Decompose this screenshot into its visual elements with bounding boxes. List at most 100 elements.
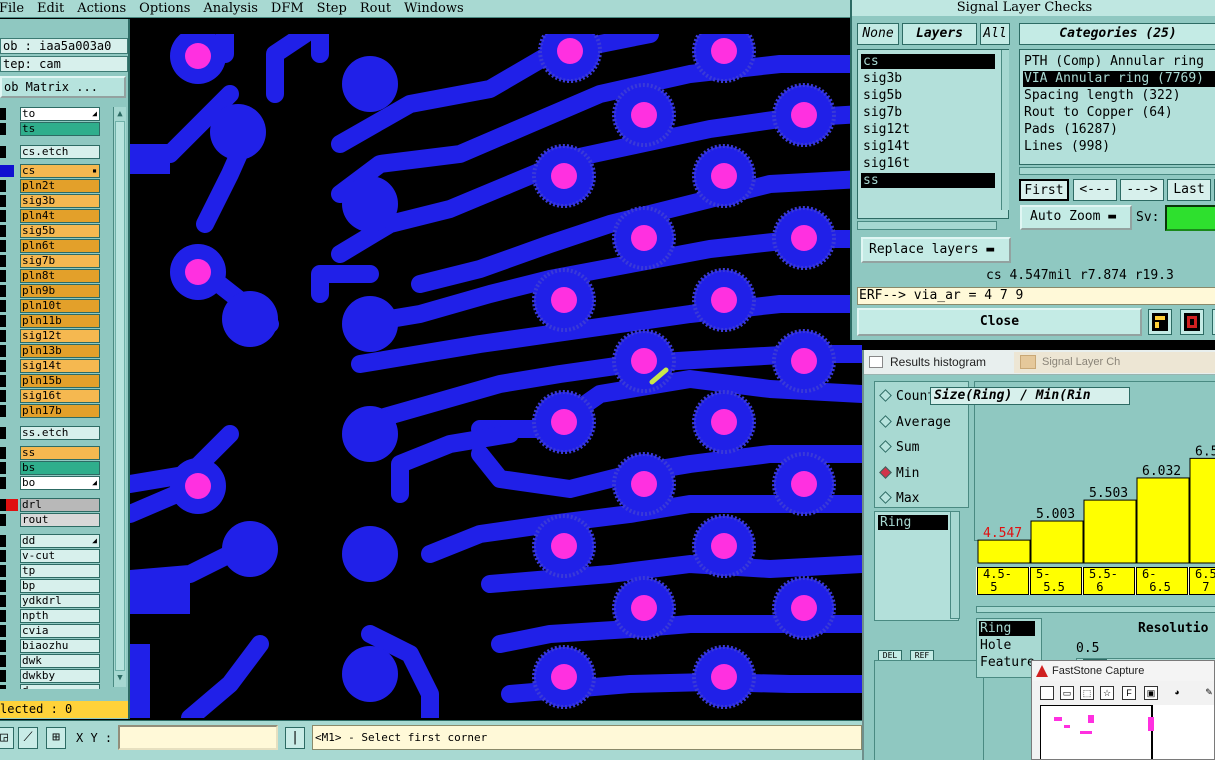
layer-checkbox[interactable] — [0, 180, 6, 192]
layer-name[interactable]: ss.etch — [20, 426, 100, 440]
layer-name[interactable]: ydkdrl — [20, 594, 100, 608]
menu-edit[interactable]: Edit — [31, 1, 71, 16]
layer-checkbox[interactable] — [0, 447, 6, 459]
layer-option[interactable]: sig3b — [861, 71, 995, 86]
layer-name[interactable]: tp — [20, 564, 100, 578]
layer-row[interactable]: bo ◢ — [0, 476, 112, 490]
capture-window-icon[interactable] — [1040, 686, 1054, 700]
layer-row[interactable]: sig14t — [0, 359, 112, 373]
layer-checkbox[interactable] — [0, 462, 6, 474]
layer-checkbox[interactable] — [0, 315, 6, 327]
layer-row[interactable]: dd ◢ — [0, 534, 112, 548]
layer-row[interactable]: ydkdrl — [0, 594, 112, 608]
layer-option[interactable]: ss — [861, 173, 995, 188]
layer-row[interactable]: ts — [0, 122, 112, 136]
layer-checkbox[interactable] — [0, 625, 6, 637]
layer-name[interactable]: v-cut — [20, 549, 100, 563]
layer-name[interactable]: cs.etch — [20, 145, 100, 159]
menu-step[interactable]: Step — [311, 1, 354, 16]
layer-row[interactable]: npth — [0, 609, 112, 623]
scroll-down-icon[interactable]: ▼ — [115, 673, 125, 683]
layer-row[interactable]: dwkby — [0, 669, 112, 683]
export-icon[interactable] — [1180, 309, 1204, 335]
category-item[interactable]: Rout to Copper (64) — [1023, 105, 1215, 121]
grid-icon[interactable]: ⊞ — [46, 727, 66, 749]
layer-row[interactable]: cs.etch — [0, 145, 112, 159]
category-item[interactable]: VIA Annular ring (7769) — [1023, 71, 1215, 87]
ring-list-scrollbar[interactable] — [950, 511, 960, 619]
layer-row[interactable]: pln6t — [0, 239, 112, 253]
layer-name[interactable]: pln9b — [20, 284, 100, 298]
category-item[interactable]: Lines (998) — [1023, 139, 1215, 155]
layer-name[interactable]: sig5b — [20, 224, 100, 238]
layer-name[interactable]: pln8t — [20, 269, 100, 283]
layer-name[interactable]: drl — [20, 498, 100, 512]
layer-option[interactable]: sig12t — [861, 122, 995, 137]
layer-name[interactable]: cs ▪ — [20, 164, 100, 178]
layer-row[interactable]: ss — [0, 446, 112, 460]
layer-checkbox[interactable] — [0, 655, 6, 667]
layer-name[interactable]: bp — [20, 579, 100, 593]
layer-row[interactable]: bs — [0, 461, 112, 475]
layer-row[interactable]: pln4t — [0, 209, 112, 223]
layer-name[interactable]: bo ◢ — [20, 476, 100, 490]
layer-row[interactable]: pln13b — [0, 344, 112, 358]
layer-checkbox[interactable] — [0, 240, 6, 252]
layer-checkbox[interactable] — [0, 580, 6, 592]
layer-name[interactable]: to ◢ — [20, 107, 100, 121]
layer-row[interactable]: to ◢ — [0, 107, 112, 121]
layer-name[interactable]: pln11b — [20, 314, 100, 328]
close-button[interactable]: Close — [857, 308, 1142, 336]
layer-checkbox[interactable] — [0, 345, 6, 357]
tab-layers[interactable]: Layers — [902, 23, 977, 45]
layer-name[interactable]: pln10t — [20, 299, 100, 313]
layer-row[interactable]: rout — [0, 513, 112, 527]
layer-checkbox[interactable] — [0, 300, 6, 312]
layer-checkbox[interactable] — [0, 390, 6, 402]
layer-checkbox[interactable] — [0, 360, 6, 372]
capture-rect-icon[interactable]: ⬚ — [1080, 686, 1094, 700]
layer-checkbox[interactable] — [0, 165, 14, 177]
pan-icon[interactable]: ◲ — [0, 727, 14, 749]
layer-row[interactable]: sig5b — [0, 224, 112, 238]
layer-option[interactable]: sig7b — [861, 105, 995, 120]
stat-radio-max[interactable]: Max — [879, 490, 919, 508]
layer-checkbox[interactable] — [0, 375, 6, 387]
menu-analysis[interactable]: Analysis — [197, 1, 265, 16]
layer-option[interactable]: sig16t — [861, 156, 995, 171]
capture-object-icon[interactable]: ▭ — [1060, 686, 1074, 700]
measure-option[interactable]: Ring — [979, 621, 1035, 636]
layer-checkbox[interactable] — [0, 640, 6, 652]
layer-row[interactable]: sig12t — [0, 329, 112, 343]
layer-name[interactable]: dwk — [20, 654, 100, 668]
histogram-hscrollbar[interactable] — [976, 606, 1215, 613]
layer-checkbox[interactable] — [0, 330, 6, 342]
layer-row[interactable]: v-cut — [0, 549, 112, 563]
capture-full-icon[interactable]: F — [1122, 686, 1136, 700]
layer-name[interactable]: d — [20, 684, 100, 689]
category-item[interactable]: Spacing length (322) — [1023, 88, 1215, 104]
stat-radio-count[interactable]: Count — [879, 388, 935, 406]
layer-name[interactable]: pln4t — [20, 209, 100, 223]
layer-checkbox[interactable] — [0, 595, 6, 607]
capture-scroll-icon[interactable]: ▣ — [1144, 686, 1158, 700]
layer-name[interactable]: ss — [20, 446, 100, 460]
first-button[interactable]: First — [1019, 179, 1069, 201]
layer-checkbox[interactable] — [0, 123, 6, 135]
scroll-thumb[interactable] — [115, 121, 125, 671]
ghost-taskbar-tab[interactable]: Signal Layer Ch — [1014, 352, 1215, 373]
layer-name[interactable]: sig7b — [20, 254, 100, 268]
measure-icon[interactable]: ⟋ — [18, 727, 38, 749]
layer-checkbox[interactable] — [0, 210, 6, 222]
measure-option[interactable]: Feature — [979, 655, 1039, 670]
layer-option[interactable]: sig5b — [861, 88, 995, 103]
tab-none[interactable]: None — [857, 23, 899, 45]
layer-checkbox[interactable] — [0, 550, 6, 562]
layer-checkbox[interactable] — [0, 685, 6, 689]
sv-indicator[interactable] — [1165, 205, 1215, 231]
layer-list-scrollbar[interactable]: ▲ ▼ — [113, 107, 126, 687]
layer-checkbox[interactable] — [0, 255, 6, 267]
layer-row[interactable]: bp — [0, 579, 112, 593]
layer-checkbox[interactable] — [0, 514, 6, 526]
layer-row[interactable]: pln8t — [0, 269, 112, 283]
